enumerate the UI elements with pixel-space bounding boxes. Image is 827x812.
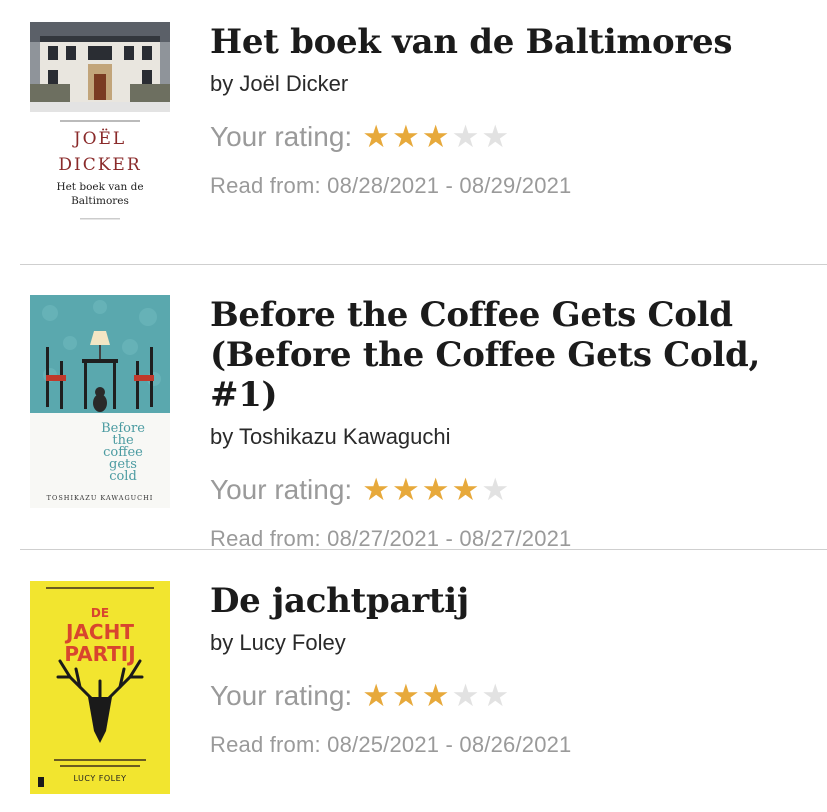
star-filled-icon[interactable]: ★	[392, 473, 420, 507]
star-filled-icon[interactable]: ★	[362, 473, 390, 507]
book-list-item[interactable]: DE JACHT PARTIJ LUCY FOLEY De jachtparti…	[0, 550, 827, 812]
star-filled-icon[interactable]: ★	[362, 120, 390, 154]
book-cover[interactable]: Before the coffee gets cold TOSHIKAZU KA…	[30, 295, 170, 508]
read-dates: Read from: 08/28/2021 - 08/29/2021	[210, 173, 572, 198]
book-title[interactable]: Before the Coffee Gets Cold (Before the …	[210, 295, 807, 415]
cover-text: Baltimores	[71, 195, 129, 207]
rating-label: Your rating:	[210, 680, 353, 711]
star-empty-icon[interactable]: ★	[481, 473, 509, 507]
book-title[interactable]: De jachtpartij	[210, 581, 807, 621]
book-cover[interactable]: DE JACHT PARTIJ LUCY FOLEY	[30, 581, 170, 794]
star-empty-icon[interactable]: ★	[452, 120, 480, 154]
star-filled-icon[interactable]: ★	[422, 679, 450, 713]
book-title[interactable]: Het boek van de Baltimores	[210, 22, 807, 62]
book-list-item[interactable]: JOËL DICKER Het boek van de Baltimores H…	[0, 0, 827, 265]
read-dates: Read from: 08/25/2021 - 08/26/2021	[210, 732, 572, 757]
star-rating[interactable]: ★ ★ ★ ★ ★	[362, 473, 511, 507]
star-filled-icon[interactable]: ★	[392, 679, 420, 713]
book-author[interactable]: by Toshikazu Kawaguchi	[210, 423, 807, 451]
rating-label: Your rating:	[210, 121, 353, 152]
cover-text: cold	[109, 469, 137, 484]
book-list-item[interactable]: Before the coffee gets cold TOSHIKAZU KA…	[0, 265, 827, 551]
star-empty-icon[interactable]: ★	[481, 679, 509, 713]
cover-text: JOËL	[72, 128, 126, 149]
cover-text: TOSHIKAZU KAWAGUCHI	[47, 494, 154, 502]
rating-label: Your rating:	[210, 474, 353, 505]
book-author[interactable]: by Lucy Foley	[210, 629, 807, 657]
cover-text: LUCY FOLEY	[73, 774, 126, 783]
cover-text: JACHT	[64, 620, 134, 644]
rating-row: Your rating: ★ ★ ★ ★ ★	[210, 679, 807, 713]
cover-text: Het boek van de	[56, 181, 143, 193]
cover-text: DICKER	[58, 155, 141, 175]
rating-row: Your rating: ★ ★ ★ ★ ★	[210, 473, 807, 507]
star-filled-icon[interactable]: ★	[452, 473, 480, 507]
book-cover[interactable]: JOËL DICKER Het boek van de Baltimores	[30, 22, 170, 227]
star-filled-icon[interactable]: ★	[422, 120, 450, 154]
book-author[interactable]: by Joël Dicker	[210, 70, 807, 98]
star-rating[interactable]: ★ ★ ★ ★ ★	[362, 679, 511, 713]
star-empty-icon[interactable]: ★	[452, 679, 480, 713]
cover-text: PARTIJ	[64, 642, 135, 666]
star-filled-icon[interactable]: ★	[392, 120, 420, 154]
rating-row: Your rating: ★ ★ ★ ★ ★	[210, 120, 807, 154]
star-rating[interactable]: ★ ★ ★ ★ ★	[362, 120, 511, 154]
cover-text: DE	[91, 606, 109, 620]
star-filled-icon[interactable]: ★	[362, 679, 390, 713]
star-empty-icon[interactable]: ★	[481, 120, 509, 154]
star-filled-icon[interactable]: ★	[422, 473, 450, 507]
